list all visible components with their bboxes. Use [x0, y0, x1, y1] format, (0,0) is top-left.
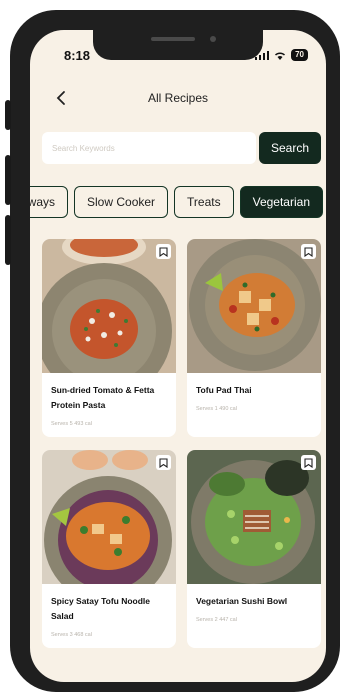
status-icons: 70	[255, 49, 308, 61]
recipe-photo-tofu-pad-thai	[187, 239, 321, 373]
recipe-title: Spicy Satay Tofu Noodle Salad	[51, 596, 151, 621]
category-chip-vegetarian[interactable]: Vegetarian	[239, 186, 323, 218]
notch	[93, 30, 263, 60]
wifi-icon	[275, 52, 286, 60]
recipe-title: Vegetarian Sushi Bowl	[196, 596, 288, 606]
bookmark-icon[interactable]	[301, 244, 316, 259]
recipe-photo-tomato-pasta	[42, 239, 176, 373]
recipe-meta: Serves 2 447 cal	[196, 617, 237, 623]
app-screen: 8:18 70 All Recipes Search aways Slow Co…	[30, 30, 326, 682]
search-button[interactable]: Search	[259, 132, 321, 164]
page-title: All Recipes	[147, 91, 209, 105]
recipe-meta: Serves 1 490 cal	[196, 406, 237, 412]
volume-up-button	[5, 155, 11, 205]
mute-switch	[5, 100, 11, 130]
recipe-card[interactable]: Sun-dried Tomato & Fetta Protein Pasta S…	[42, 239, 176, 437]
search-input[interactable]	[42, 132, 256, 164]
bookmark-icon[interactable]	[156, 455, 171, 470]
recipe-photo-satay-salad	[42, 450, 176, 584]
battery-icon: 70	[291, 49, 308, 61]
recipe-card[interactable]: Tofu Pad Thai Serves 1 490 cal	[187, 239, 321, 437]
category-chip-takeaways[interactable]: aways	[30, 186, 69, 218]
volume-down-button	[5, 215, 11, 265]
bookmark-icon[interactable]	[156, 244, 171, 259]
status-time: 8:18	[64, 48, 91, 63]
category-chip-treats[interactable]: Treats	[174, 186, 234, 218]
recipe-card[interactable]: Vegetarian Sushi Bowl Serves 2 447 cal	[187, 450, 321, 648]
camera	[210, 36, 216, 42]
recipe-card[interactable]: Spicy Satay Tofu Noodle Salad Serves 3 4…	[42, 450, 176, 648]
bookmark-icon[interactable]	[301, 455, 316, 470]
recipe-meta: Serves 5 493 cal	[51, 421, 92, 427]
recipe-photo-sushi-bowl	[187, 450, 321, 584]
recipe-meta: Serves 3 468 cal	[51, 632, 92, 638]
category-chips: aways Slow Cooker Treats Vegetarian	[30, 186, 323, 218]
speaker	[151, 37, 195, 41]
recipe-title: Tofu Pad Thai	[196, 385, 252, 395]
category-chip-slow-cooker[interactable]: Slow Cooker	[74, 186, 169, 218]
signal-icon	[255, 50, 270, 60]
recipe-title: Sun-dried Tomato & Fetta Protein Pasta	[51, 385, 155, 410]
